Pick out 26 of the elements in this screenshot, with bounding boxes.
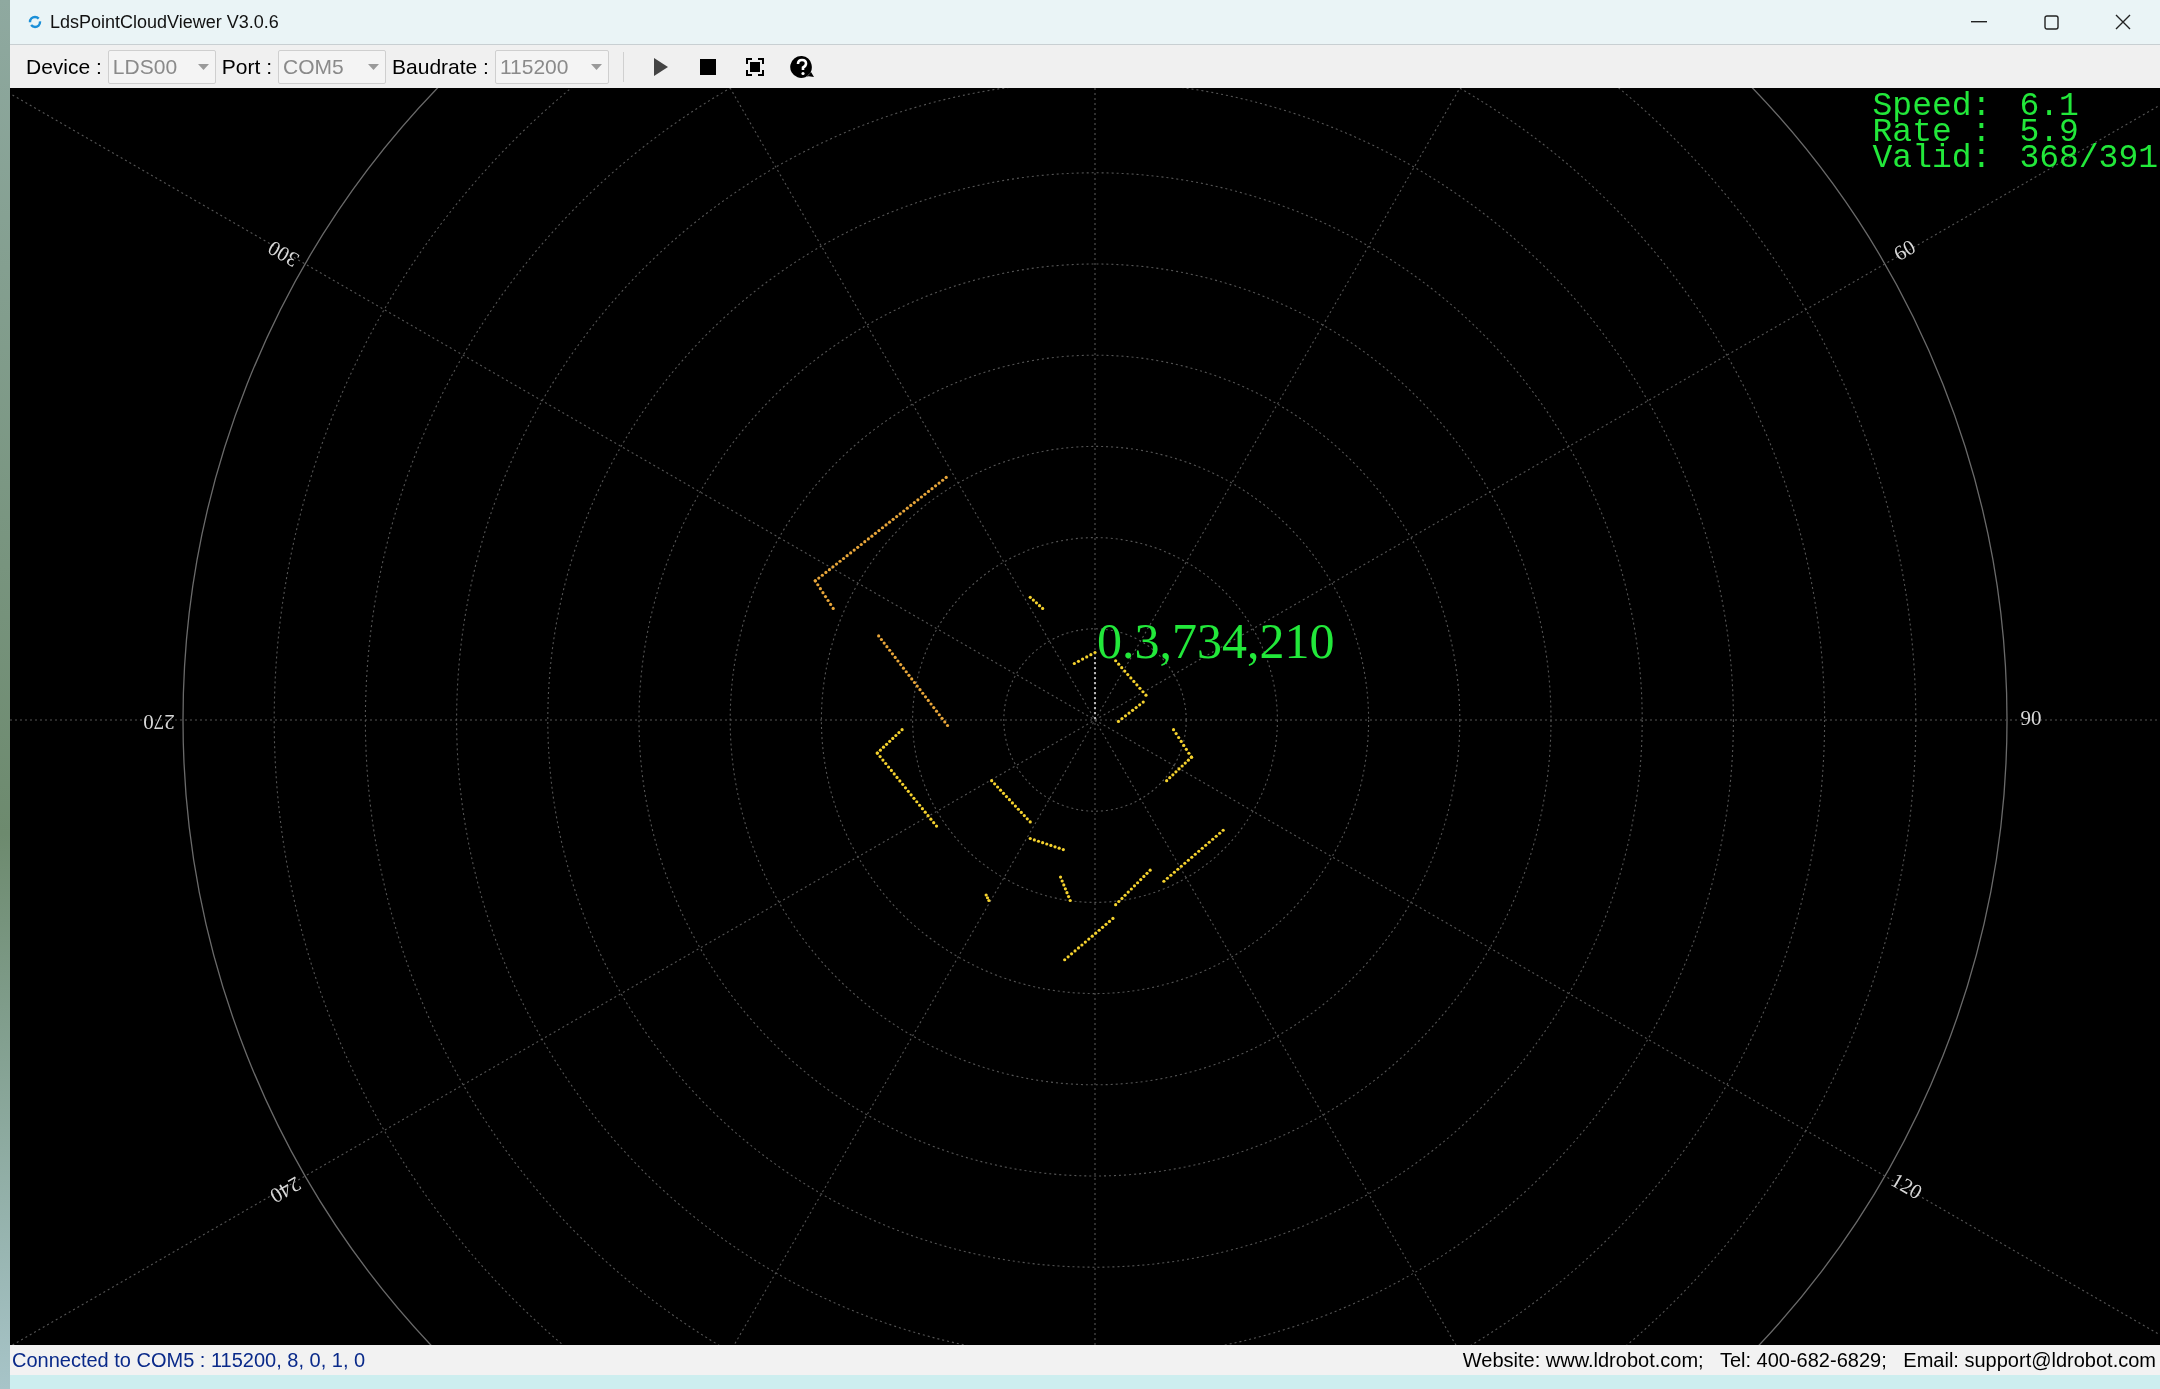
stat-value: 5.9 xyxy=(2019,120,2079,146)
angle-label: 270 xyxy=(143,710,175,735)
field-label: Device : xyxy=(26,54,102,79)
field-label: Baudrate : xyxy=(392,54,489,79)
fit-icon xyxy=(746,57,765,76)
angle-label: 90 xyxy=(2020,705,2042,730)
close-icon xyxy=(2115,14,2131,30)
caret-icon xyxy=(590,63,602,70)
help-icon xyxy=(790,54,815,79)
play-icon xyxy=(654,57,669,76)
angle-label: 120 xyxy=(1887,1167,1927,1205)
caret-icon xyxy=(368,63,380,70)
stop-icon xyxy=(700,58,717,75)
minimize-icon xyxy=(1971,21,1987,23)
contact-info: Website: www.ldrobot.com; Tel: 400-682-6829; Email: support@ldrobot.com xyxy=(1462,1348,2156,1372)
app-icon xyxy=(28,15,42,29)
stat-value: 6.1 xyxy=(2019,94,2080,120)
angle-label: 240 xyxy=(265,1171,306,1209)
angle-label: 60 xyxy=(1889,234,1920,266)
maximize-icon xyxy=(2043,14,2059,30)
measurement-readout: 0.3,734,210 xyxy=(1097,613,1335,669)
window-title: LdsPointCloudViewer V3.0.6 xyxy=(50,11,279,33)
field-label: Port : xyxy=(221,54,273,79)
caret-icon xyxy=(197,63,209,70)
angle-label: 300 xyxy=(263,235,303,273)
connection-status: Connected to COM5 : 115200, 8, 0, 1, 0 xyxy=(12,1348,366,1372)
